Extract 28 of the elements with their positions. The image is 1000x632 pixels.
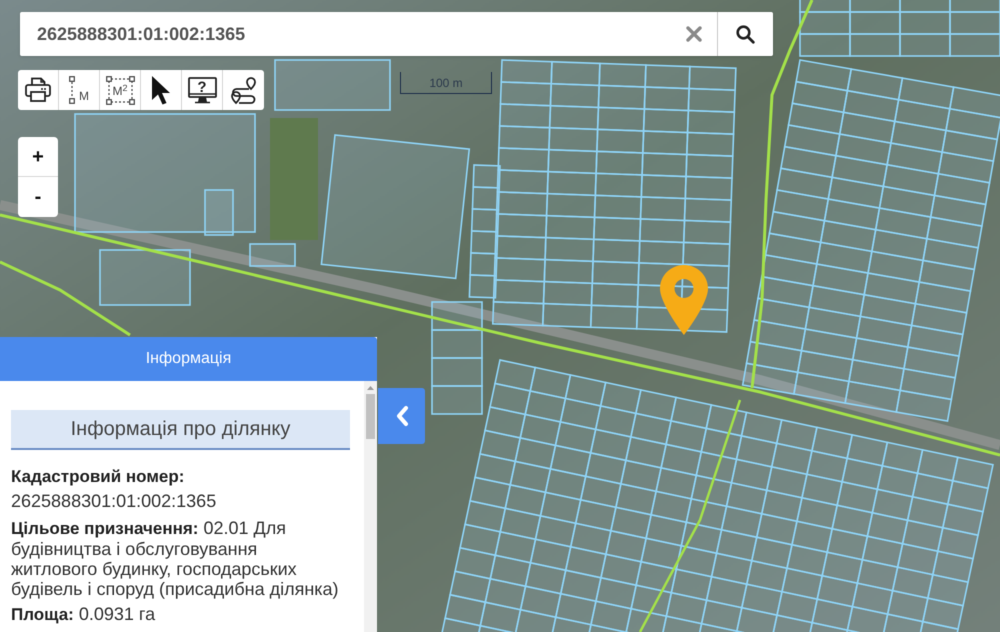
distance-measure-button[interactable]: M	[59, 70, 100, 110]
zoom-out-button[interactable]: -	[18, 177, 58, 217]
location-marker-icon	[660, 265, 708, 335]
field-value: 2625888301:01:002:1365	[11, 491, 216, 511]
chevron-left-icon	[394, 405, 408, 427]
search-field[interactable]: 2625888301:01:002:1365	[20, 12, 686, 56]
dotted-line-icon	[69, 76, 75, 104]
scrollbar[interactable]	[364, 381, 377, 632]
section-heading: Інформація про ділянку	[11, 410, 350, 450]
route-icon	[228, 75, 258, 105]
area-measure-button[interactable]: M$^{2}$	[100, 70, 141, 110]
field-text: Площа: 0.0931 га	[11, 604, 156, 625]
collapse-panel-button[interactable]	[378, 388, 425, 444]
land-parcel	[249, 243, 296, 267]
scrollbar-thumb[interactable]	[366, 394, 375, 439]
search-icon	[736, 24, 755, 44]
caret-up-icon[interactable]	[367, 386, 374, 390]
printer-icon	[24, 76, 52, 104]
panel-header: Інформація	[0, 337, 377, 381]
help-button[interactable]: ?	[182, 70, 223, 110]
monitor-icon	[188, 77, 217, 104]
scale-bar: 100 m	[400, 72, 492, 94]
cursor-arrow-icon	[151, 75, 171, 105]
dotted-square-icon	[106, 76, 135, 105]
field-label: Кадастровий номер:	[11, 467, 184, 487]
close-icon[interactable]	[686, 26, 702, 42]
zoom-in-button[interactable]: +	[18, 137, 58, 177]
field-text: Цільове призначення: 02.01 Для будівництва і обслуговування житлового будинку, господарських будівель і споруд (присадибна ділянка)	[11, 518, 340, 599]
